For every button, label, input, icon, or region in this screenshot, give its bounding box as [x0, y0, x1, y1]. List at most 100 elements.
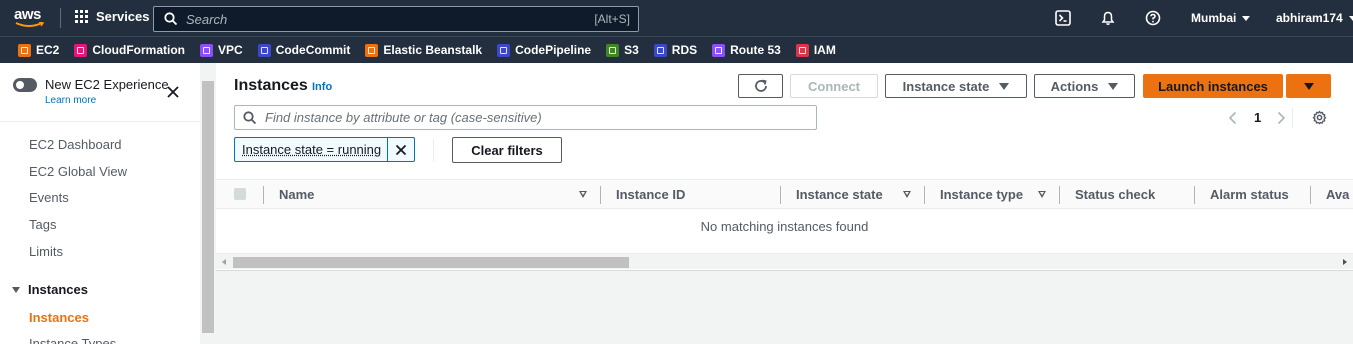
chevron-down-icon: [1242, 16, 1250, 21]
chevron-left-icon[interactable]: [1228, 111, 1238, 125]
sidebar-divider: [0, 121, 200, 122]
favorite-label: CodePipeline: [515, 43, 591, 57]
region-selector[interactable]: Mumbai: [1191, 11, 1250, 25]
column-divider: [263, 186, 264, 204]
info-link[interactable]: Info: [312, 81, 332, 93]
learn-more-link[interactable]: Learn more: [45, 95, 169, 106]
favorite-route-53[interactable]: Route 53: [712, 43, 781, 57]
service-icon: [654, 44, 667, 57]
search-icon: [164, 12, 178, 26]
chevron-down-icon: [1349, 16, 1353, 21]
service-icon: [712, 44, 725, 57]
favorite-rds[interactable]: RDS: [654, 43, 697, 57]
scroll-left-icon[interactable]: [222, 259, 226, 265]
connect-button[interactable]: Connect: [790, 74, 878, 98]
sidebar-section-instances[interactable]: Instances: [12, 282, 88, 297]
favorite-label: EC2: [36, 43, 59, 57]
favorite-iam[interactable]: IAM: [796, 43, 836, 57]
bell-icon[interactable]: [1100, 10, 1116, 26]
column-divider[interactable]: [780, 186, 781, 204]
column-divider[interactable]: [600, 186, 601, 204]
service-icon: [200, 44, 213, 57]
top-navigation: aws Services [Alt+S] Mumbai abhiram174: [0, 0, 1353, 36]
page-number[interactable]: 1: [1254, 110, 1261, 125]
service-icon: [18, 44, 31, 57]
aws-logo[interactable]: aws: [14, 6, 48, 30]
column-divider[interactable]: [1310, 186, 1311, 204]
column-divider[interactable]: [1059, 186, 1060, 204]
scrollbar-thumb[interactable]: [202, 81, 214, 333]
gear-icon[interactable]: [1312, 110, 1327, 125]
favorite-ec2[interactable]: EC2: [18, 43, 59, 57]
search-icon: [243, 111, 257, 125]
column-divider[interactable]: [1194, 186, 1195, 204]
sidebar: New EC2 Experience Learn more EC2 Dashbo…: [0, 63, 200, 344]
empty-state-message: No matching instances found: [216, 219, 1353, 234]
new-experience-toggle[interactable]: [13, 78, 37, 92]
refresh-button[interactable]: [738, 74, 783, 98]
sidebar-item-limits[interactable]: Limits: [29, 244, 63, 259]
launch-options-dropdown[interactable]: [1286, 74, 1331, 98]
favorites-bar: EC2 CloudFormation VPC CodeCommit Elastic Be…: [0, 36, 1353, 63]
toggle-label: New EC2 Experience: [45, 77, 169, 92]
cloudshell-icon[interactable]: [1055, 10, 1071, 26]
remove-filter-button[interactable]: [388, 138, 414, 161]
aws-smile-icon: [15, 22, 45, 28]
actions-label: Actions: [1051, 79, 1099, 94]
sidebar-item-instances[interactable]: Instances: [29, 310, 89, 325]
clear-filters-button[interactable]: Clear filters: [452, 137, 562, 163]
service-icon: [796, 44, 809, 57]
sidebar-item-ec2-dashboard[interactable]: EC2 Dashboard: [29, 137, 122, 152]
actions-dropdown[interactable]: Actions: [1034, 74, 1135, 98]
service-icon: [258, 44, 271, 57]
favorite-codecommit[interactable]: CodeCommit: [258, 43, 351, 57]
global-search-input[interactable]: [186, 12, 594, 27]
section-label: Instances: [28, 282, 88, 297]
account-menu[interactable]: abhiram174: [1276, 11, 1353, 25]
select-all-checkbox[interactable]: [234, 188, 246, 200]
column-header-instance-type[interactable]: Instance type: [940, 187, 1023, 202]
close-icon: [395, 144, 407, 156]
service-icon: [365, 44, 378, 57]
scrollbar-thumb[interactable]: [233, 257, 629, 268]
column-header-availability-zone[interactable]: Ava: [1326, 187, 1349, 202]
close-icon[interactable]: [166, 85, 180, 99]
favorite-s3[interactable]: S3: [606, 43, 639, 57]
panel-bottom-border: [216, 270, 1353, 271]
column-header-instance-state[interactable]: Instance state: [796, 187, 883, 202]
sidebar-item-instance-types[interactable]: Instance Types: [29, 336, 116, 344]
instance-filter[interactable]: [234, 105, 817, 130]
column-header-status-check[interactable]: Status check: [1075, 187, 1155, 202]
filter-chip-label[interactable]: Instance state = running: [235, 138, 388, 161]
sort-icon[interactable]: [579, 191, 587, 198]
favorite-cloudformation[interactable]: CloudFormation: [74, 43, 185, 57]
help-icon[interactable]: [1145, 10, 1161, 26]
sort-icon[interactable]: [1038, 191, 1046, 198]
column-header-name[interactable]: Name: [279, 187, 314, 202]
column-header-instance-id[interactable]: Instance ID: [616, 187, 685, 202]
favorite-elastic-beanstalk[interactable]: Elastic Beanstalk: [365, 43, 482, 57]
sidebar-item-events[interactable]: Events: [29, 190, 69, 205]
sidebar-item-tags[interactable]: Tags: [29, 217, 56, 232]
instance-state-dropdown[interactable]: Instance state: [885, 74, 1027, 98]
favorite-codepipeline[interactable]: CodePipeline: [497, 43, 591, 57]
refresh-icon: [753, 78, 769, 94]
sidebar-item-ec2-global-view[interactable]: EC2 Global View: [29, 164, 127, 179]
caret-down-icon: [1108, 83, 1118, 90]
services-menu-button[interactable]: Services: [75, 9, 150, 24]
favorite-label: IAM: [814, 43, 836, 57]
favorite-vpc[interactable]: VPC: [200, 43, 243, 57]
instance-filter-input[interactable]: [265, 110, 816, 125]
new-experience-toggle-row: New EC2 Experience Learn more: [13, 77, 169, 106]
column-divider[interactable]: [924, 186, 925, 204]
column-header-alarm-status[interactable]: Alarm status: [1210, 187, 1289, 202]
global-search[interactable]: [Alt+S]: [153, 6, 639, 32]
service-icon: [606, 44, 619, 57]
scroll-right-icon[interactable]: [1343, 259, 1347, 265]
sidebar-scrollbar[interactable]: [200, 63, 216, 344]
table-horizontal-scrollbar[interactable]: [216, 253, 1353, 269]
chevron-right-icon[interactable]: [1276, 111, 1286, 125]
sort-icon[interactable]: [903, 191, 911, 198]
launch-instances-button[interactable]: Launch instances: [1143, 74, 1283, 98]
caret-down-icon: [12, 287, 20, 293]
